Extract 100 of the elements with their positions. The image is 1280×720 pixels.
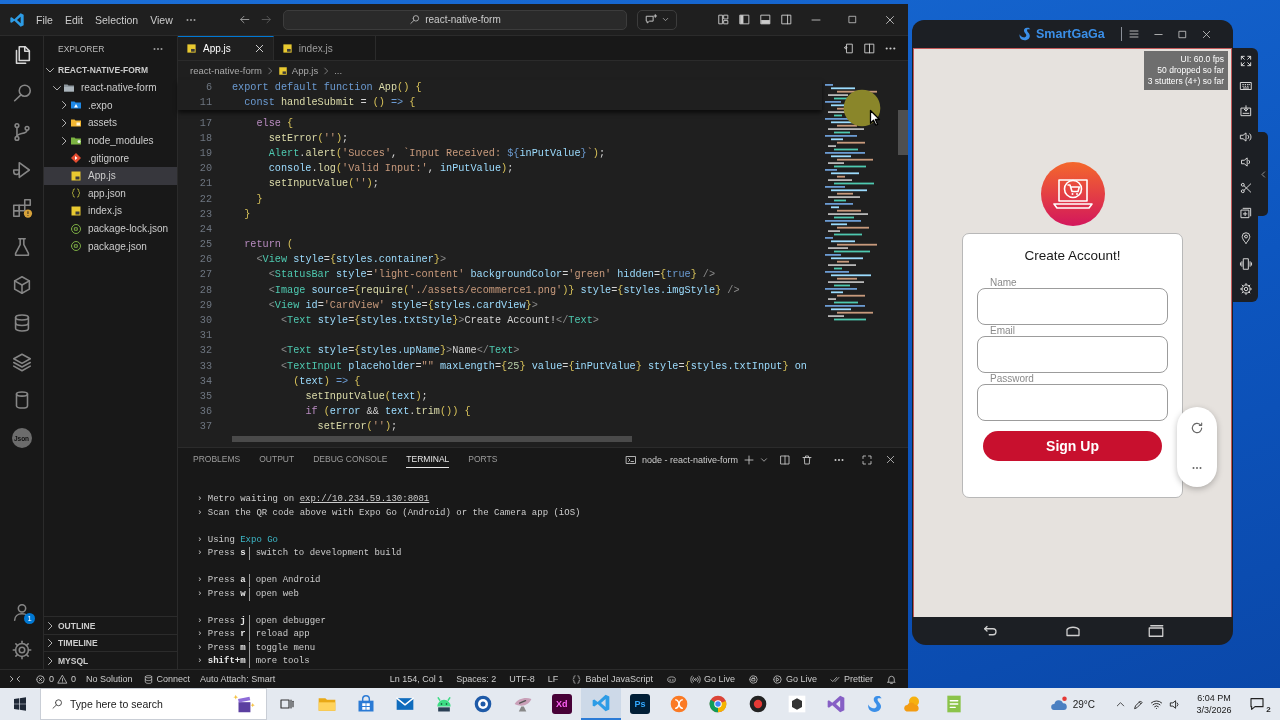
maximize-icon[interactable] <box>1176 28 1188 40</box>
status-item[interactable]: Go Live <box>766 670 822 688</box>
chat-button[interactable] <box>637 9 677 30</box>
section-header[interactable]: TIMELINE <box>44 633 177 652</box>
scrollbar-thumb[interactable] <box>898 110 908 155</box>
scissors-icon[interactable] <box>1238 180 1253 195</box>
pen-icon[interactable] <box>1131 697 1145 711</box>
split-editor-icon[interactable] <box>779 453 791 466</box>
install-icon[interactable] <box>1238 104 1253 119</box>
menu-item[interactable]: View <box>144 8 179 31</box>
editor-tab[interactable]: index.js <box>273 36 376 60</box>
code-line: <TextInput placeholder="" maxLength={25} value={inPutValue} style={styles.txtInput} on <box>280 360 807 372</box>
menu-item[interactable]: File <box>30 8 59 31</box>
status-item[interactable]: Babel JavaScript <box>566 670 658 688</box>
taskbar-app-button[interactable]: Xd <box>542 688 582 720</box>
status-item[interactable]: Go Live <box>684 670 740 688</box>
customize-layout-icon[interactable] <box>717 13 730 26</box>
trash-icon[interactable] <box>801 453 813 466</box>
close-icon[interactable] <box>1200 28 1212 40</box>
command-center[interactable]: react-native-form <box>283 9 627 30</box>
maximize-icon[interactable] <box>861 453 873 466</box>
close-icon[interactable] <box>253 43 265 54</box>
chevron-left-icon <box>1258 169 1268 179</box>
sidebar-left-icon[interactable] <box>738 13 751 26</box>
status-item[interactable]: UTF-8 <box>504 670 540 688</box>
menu-icon[interactable] <box>1128 28 1140 40</box>
field-label: Name <box>990 277 1017 288</box>
section-header[interactable]: OUTLINE <box>44 616 177 634</box>
volume-down-icon[interactable] <box>1167 697 1181 711</box>
extensions-warning-icon[interactable] <box>10 197 33 220</box>
panel-tab[interactable]: TERMINAL <box>406 451 450 468</box>
panel-tab[interactable]: PROBLEMS <box>193 451 241 468</box>
status-item[interactable]: Ln 154, Col 1 <box>384 670 449 688</box>
task-view-icon[interactable] <box>279 696 295 712</box>
notifications-button[interactable]: 2 <box>1240 688 1280 720</box>
editor-tab[interactable]: App.js <box>178 36 274 60</box>
robot-face-icon[interactable] <box>665 673 677 685</box>
status-item[interactable]: Prettier <box>825 670 878 688</box>
text-field[interactable] <box>977 384 1168 421</box>
status-item[interactable]: Auto Attach: Smart <box>195 670 281 688</box>
explorer-item[interactable]: App.js <box>44 166 177 185</box>
breadcrumb-item[interactable]: App.js <box>277 65 319 76</box>
volume-down-icon[interactable] <box>1238 155 1253 170</box>
plugin-icon[interactable] <box>747 673 759 685</box>
taskbar-app-button[interactable]: Ps <box>620 688 660 720</box>
vibrate-icon[interactable] <box>1238 256 1253 271</box>
explorer-item[interactable]: node_modules <box>44 131 177 150</box>
scrollbar-thumb[interactable] <box>232 436 632 442</box>
panel-tab[interactable]: OUTPUT <box>259 451 295 468</box>
signup-button[interactable]: Sign Up <box>983 431 1162 461</box>
breadcrumb-item[interactable]: ... <box>334 65 343 76</box>
status-item[interactable]: No Solution <box>81 670 138 688</box>
browser-icon <box>708 694 729 714</box>
recents-icon[interactable] <box>1146 622 1165 640</box>
text-field[interactable] <box>977 336 1168 373</box>
text-field[interactable] <box>977 288 1168 325</box>
sidebar-right-icon[interactable] <box>780 13 793 26</box>
settings-icon[interactable] <box>10 638 33 661</box>
volume-up-icon[interactable] <box>1238 129 1253 144</box>
shop-logo-icon <box>1040 162 1105 226</box>
notifications-icon[interactable] <box>886 673 897 685</box>
explorer-item[interactable]: react-native-form <box>44 79 177 97</box>
line-number: 22 <box>199 193 212 205</box>
plus-icon[interactable] <box>743 453 755 466</box>
panel-bottom-icon[interactable] <box>759 13 772 26</box>
split-editor-icon[interactable] <box>863 41 876 55</box>
line-number: 23 <box>199 208 212 220</box>
settings-icon[interactable] <box>1238 282 1253 297</box>
status-item[interactable]: LF <box>542 670 564 688</box>
explorer-item[interactable]: app.json <box>44 184 177 203</box>
close-icon[interactable] <box>885 454 896 465</box>
refresh-icon[interactable] <box>1189 420 1205 436</box>
weather-icon[interactable] <box>1050 695 1069 713</box>
explorer-item[interactable]: package.json <box>44 237 177 255</box>
close-icon[interactable] <box>883 13 896 26</box>
section-header[interactable]: REACT-NATIVE-FORM <box>44 61 177 79</box>
start-icon[interactable] <box>12 696 28 712</box>
clock[interactable]: 6:04 PM 3/3/2026 <box>1188 692 1240 716</box>
problems-indicator[interactable]: 0 0 <box>30 670 82 688</box>
menu-item[interactable]: Edit <box>58 8 89 31</box>
terminal-selector[interactable]: node - react-native-form <box>624 453 738 466</box>
maximize-icon[interactable] <box>847 14 858 25</box>
breadcrumb-item[interactable]: react-native-form <box>190 65 262 76</box>
explorer-item[interactable]: .gitignore <box>44 149 177 167</box>
remote-icon[interactable] <box>9 673 21 685</box>
panel-tab[interactable]: PORTS <box>468 451 498 468</box>
add-window-icon[interactable] <box>1238 206 1253 221</box>
explorer-item[interactable]: assets <box>44 114 177 132</box>
status-item[interactable]: Spaces: 2 <box>451 670 502 688</box>
explorer-item[interactable]: .expo <box>44 96 177 115</box>
fullscreen-icon[interactable] <box>1238 53 1253 68</box>
panel-tab[interactable]: DEBUG CONSOLE <box>313 451 388 468</box>
search-field[interactable]: Type here to search <box>40 688 267 720</box>
preview-icon[interactable] <box>842 41 855 55</box>
status-item[interactable]: Connect <box>137 670 196 688</box>
menu-item[interactable]: Selection <box>89 8 145 31</box>
explorer-item[interactable]: package-lock.json <box>44 219 177 238</box>
explorer-item[interactable]: index.js <box>44 202 177 220</box>
back-arrow-icon[interactable] <box>237 13 251 26</box>
weather-temperature[interactable]: 29°C <box>1072 698 1095 710</box>
